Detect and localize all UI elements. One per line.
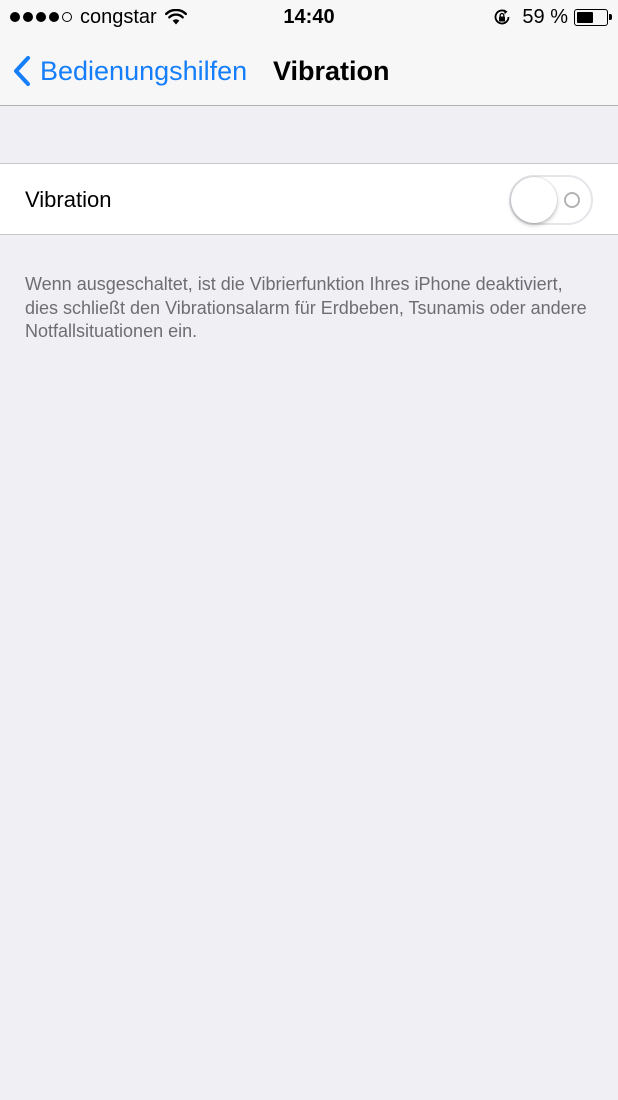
status-bar: congstar 14:40 59 % [0, 0, 618, 36]
toggle-knob [511, 177, 557, 223]
chevron-left-icon [14, 56, 30, 86]
toggle-off-indicator-icon [564, 192, 580, 208]
navigation-bar: Bedienungshilfen Vibration [0, 36, 618, 106]
orientation-lock-icon [495, 9, 510, 25]
battery-percentage: 59 % [522, 6, 568, 28]
battery-nub [609, 13, 612, 20]
vibration-toggle[interactable] [509, 175, 593, 225]
back-button[interactable]: Bedienungshilfen [12, 53, 247, 89]
battery-icon [574, 8, 612, 26]
battery-fill [577, 11, 593, 23]
vibration-description: Wenn ausgeschaltet, ist die Vibrierfunkt… [25, 274, 587, 341]
back-button-label: Bedienungshilfen [40, 56, 248, 86]
vibration-label: Vibration [25, 187, 112, 212]
vibration-setting-row: Vibration [0, 163, 618, 235]
status-bar-right: 59 % [492, 6, 612, 28]
page-title: Vibration [273, 56, 390, 86]
